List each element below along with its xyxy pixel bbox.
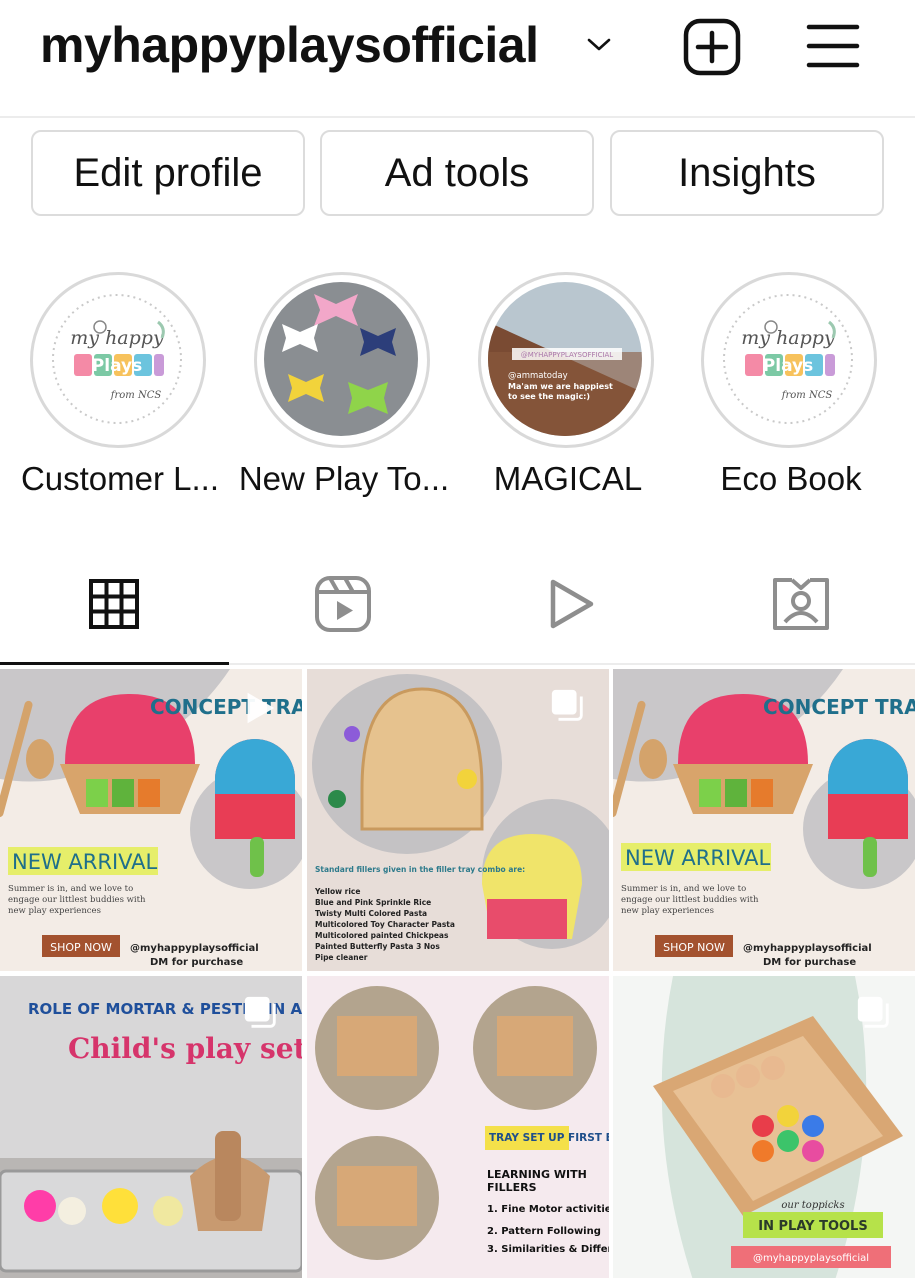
post-new-arrival: NEW ARRIVAL [12,850,158,874]
post-handle: @myhappyplaysofficial [743,943,872,954]
tab-grid[interactable] [0,545,229,665]
highlight-label: New Play To... [238,460,450,497]
highlight-magical[interactable]: @MYHAPPYPLAYSOFFICIAL @ammatoday Ma'am w… [478,272,658,512]
post-item: Twisty Multi Colored Pasta [315,909,427,918]
post-item: Multicolored Toy Character Pasta [315,920,455,929]
active-tab-indicator [0,662,229,665]
post-dm: DM for purchase [150,957,243,968]
profile-header: myhappyplaysofficial [0,0,915,118]
post-item: Blue and Pink Sprinkle Rice [315,898,431,907]
magical-user: @ammatoday [508,371,568,381]
chevron-down-icon[interactable] [585,32,613,56]
new-post-icon[interactable] [683,18,741,76]
highlight-eco-book[interactable]: my happy Plays from NCS Eco Book [701,272,881,512]
highlight-magical-thumbnail: @MYHAPPYPLAYSOFFICIAL @ammatoday Ma'am w… [488,282,642,436]
post-tray-title: TRAY SET UP FIRST EDITION: [489,1132,609,1144]
post-body: Summer is in, and we love to engage our … [621,884,759,916]
post-thumbnail[interactable]: CONCEPT TRAYS NEW ARRIVAL Summer is in, … [0,669,302,971]
post-learning: LEARNING WITH FILLERS [487,1168,587,1194]
svg-text:from NCS: from NCS [781,390,833,401]
tagged-icon [773,578,829,630]
reels-icon [315,576,371,632]
logo-text-2: Plays [92,356,142,376]
edit-profile-button[interactable]: Edit profile [31,130,305,216]
highlight-customer[interactable]: my happy Plays from NCS Customer L... [21,272,219,512]
video-icon [550,579,594,629]
highlight-logo-thumbnail: my happy Plays from NCS [711,282,865,436]
tab-reels[interactable] [229,545,457,663]
post-title: CONCEPT TRAYS [763,695,915,719]
menu-icon[interactable] [806,22,860,70]
ad-tools-button[interactable]: Ad tools [320,130,594,216]
username-title[interactable]: myhappyplaysofficial [40,16,539,74]
magical-handle: @MYHAPPYPLAYSOFFICIAL [521,351,614,359]
highlight-label: MAGICAL [493,460,643,497]
post-thumbnail[interactable]: Standard fillers given in the filler tra… [307,669,609,971]
highlight-logo-thumbnail: my happy Plays from NCS [40,282,194,436]
post-item: Pipe cleaner [315,953,368,962]
post-dm: DM for purchase [763,957,856,968]
post-handle: @myhappyplaysofficial [130,943,259,954]
post-list-item: 2. Pattern Following [487,1226,601,1237]
post-handle: @myhappyplaysofficial [753,1253,869,1264]
post-subtitle: Child's play set [68,1032,302,1065]
highlight-label: Eco Book [720,460,862,497]
logo-text-3: from NCS [110,390,162,401]
profile-tabs [0,545,915,665]
post-small-text: our toppicks [781,1200,844,1211]
tab-videos[interactable] [458,545,686,663]
svg-text:Plays: Plays [763,356,813,376]
tab-tagged[interactable] [687,545,915,663]
post-heading: Standard fillers given in the filler tra… [315,865,525,874]
carousel-icon [244,996,276,1028]
svg-text:my happy: my happy [741,327,835,349]
post-item: Multicolored painted Chickpeas [315,931,449,940]
carousel-icon [551,689,583,721]
highlight-pasta-thumbnail [264,282,418,436]
highlight-label: Customer L... [20,460,220,497]
post-list-item: 3. Similarities & Differentiation [487,1244,609,1255]
carousel-icon [857,996,889,1028]
post-shop-now: SHOP NOW [663,941,725,954]
post-banner: IN PLAY TOOLS [758,1219,867,1234]
magical-text: Ma'am we are happiest to see the magic:) [508,382,613,401]
post-list-item: 1. Fine Motor activities [487,1204,609,1215]
insights-button[interactable]: Insights [610,130,884,216]
post-thumbnail[interactable]: TRAY SET UP FIRST EDITION: LEARNING WITH… [307,976,609,1278]
highlight-new-play-tools[interactable]: New Play To... [239,272,449,512]
logo-text-1: my happy [70,327,164,349]
post-shop-now: SHOP NOW [50,941,112,954]
grid-icon [89,579,139,629]
post-item: Yellow rice [314,887,360,896]
post-item: Painted Butterfly Pasta 3 Nos [315,942,440,951]
post-thumbnail[interactable]: our toppicks IN PLAY TOOLS @myhappyplays… [613,976,915,1278]
post-new-arrival: NEW ARRIVAL [625,846,771,870]
post-thumbnail[interactable]: ROLE OF MORTAR & PESTLE IN A Child's pla… [0,976,302,1278]
post-thumbnail[interactable]: CONCEPT TRAYS NEW ARRIVAL Summer is in, … [613,669,915,971]
post-body: Summer is in, and we love to engage our … [8,884,146,916]
post-title: CONCEPT TRAYS [150,695,302,719]
reel-play-icon [247,692,275,724]
